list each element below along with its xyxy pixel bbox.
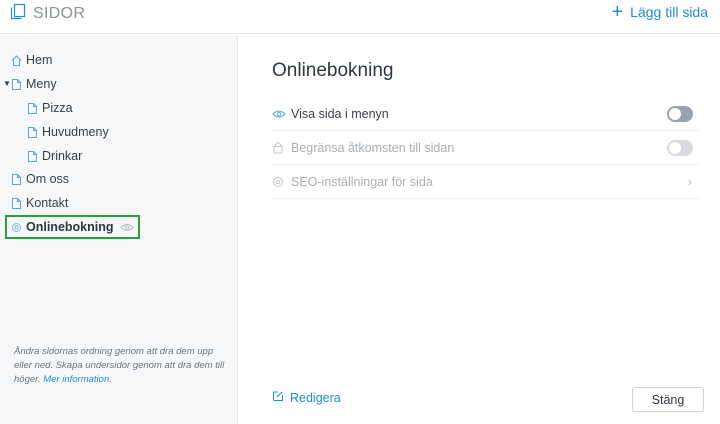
close-button[interactable]: Stäng	[632, 387, 704, 412]
page-settings-panel: Onlinebokning Visa sida i menyn Begränsa…	[239, 35, 720, 424]
more-info-link[interactable]: Mer information	[43, 374, 109, 385]
restrict-access-toggle[interactable]	[667, 140, 693, 156]
pencil-icon	[272, 390, 284, 405]
sidebar-item-onlinebokning[interactable]: Onlinebokning	[11, 217, 134, 237]
lock-icon	[272, 141, 286, 154]
setting-seo[interactable]: SEO-inställningar för sida ›	[272, 165, 700, 199]
sidebar-item-label: Huvudmeny	[42, 125, 109, 139]
help-text: Ändra sidornas ordning genom att dra dem…	[14, 345, 232, 387]
setting-label: Visa sida i menyn	[291, 106, 389, 121]
page-icon	[11, 173, 22, 186]
add-page-button[interactable]: + Lägg till sida	[611, 1, 708, 23]
add-page-label: Lägg till sida	[630, 4, 708, 20]
setting-label: SEO-inställningar för sida	[291, 174, 433, 189]
help-text-end: .	[109, 374, 112, 385]
expand-caret-icon[interactable]: ▼	[3, 79, 11, 88]
edit-label: Redigera	[290, 390, 341, 405]
header-title-text: SIDOR	[33, 5, 86, 22]
pages-icon	[10, 3, 26, 25]
sidebar-item-label: Kontakt	[26, 196, 69, 210]
sidebar-item-label: Pizza	[42, 101, 73, 115]
sidebar-item-om-oss[interactable]: Om oss	[11, 169, 69, 189]
sidebar-item-label: Om oss	[26, 172, 70, 186]
setting-restrict-access: Begränsa åtkomsten till sidan	[272, 131, 700, 165]
sidebar-item-pizza[interactable]: Pizza	[27, 98, 73, 118]
sidebar-item-label: Hem	[26, 53, 53, 67]
page-icon	[11, 197, 22, 210]
sidebar-item-huvudmeny[interactable]: Huvudmeny	[27, 122, 109, 142]
sidebar-item-meny[interactable]: ▼ Meny	[3, 74, 57, 94]
eye-icon	[272, 109, 286, 119]
sidebar-item-kontakt[interactable]: Kontakt	[11, 193, 68, 213]
home-icon	[11, 54, 22, 67]
setting-show-in-menu: Visa sida i menyn	[272, 97, 700, 131]
sidebar-item-label: Drinkar	[42, 149, 83, 163]
gear-icon	[11, 221, 22, 234]
eye-icon	[119, 223, 134, 232]
show-in-menu-toggle[interactable]	[667, 106, 693, 122]
top-bar: SIDOR + Lägg till sida	[0, 0, 720, 34]
page-icon	[27, 150, 38, 163]
edit-button[interactable]: Redigera	[272, 390, 341, 405]
page-icon	[27, 102, 38, 115]
sidebar-item-drinkar[interactable]: Drinkar	[27, 146, 82, 166]
page-title: Onlinebokning	[272, 60, 394, 81]
page-icon	[27, 126, 38, 139]
chevron-right-icon: ›	[687, 174, 692, 189]
setting-label: Begränsa åtkomsten till sidan	[291, 140, 455, 155]
plus-icon: +	[611, 1, 624, 23]
header-title: SIDOR	[10, 3, 85, 25]
page-icon	[11, 78, 22, 91]
sidebar-item-hem[interactable]: Hem	[11, 50, 52, 70]
sidebar-item-label: Onlinebokning	[26, 220, 114, 234]
sidebar-item-label: Meny	[26, 77, 57, 91]
gear-icon	[272, 176, 286, 188]
